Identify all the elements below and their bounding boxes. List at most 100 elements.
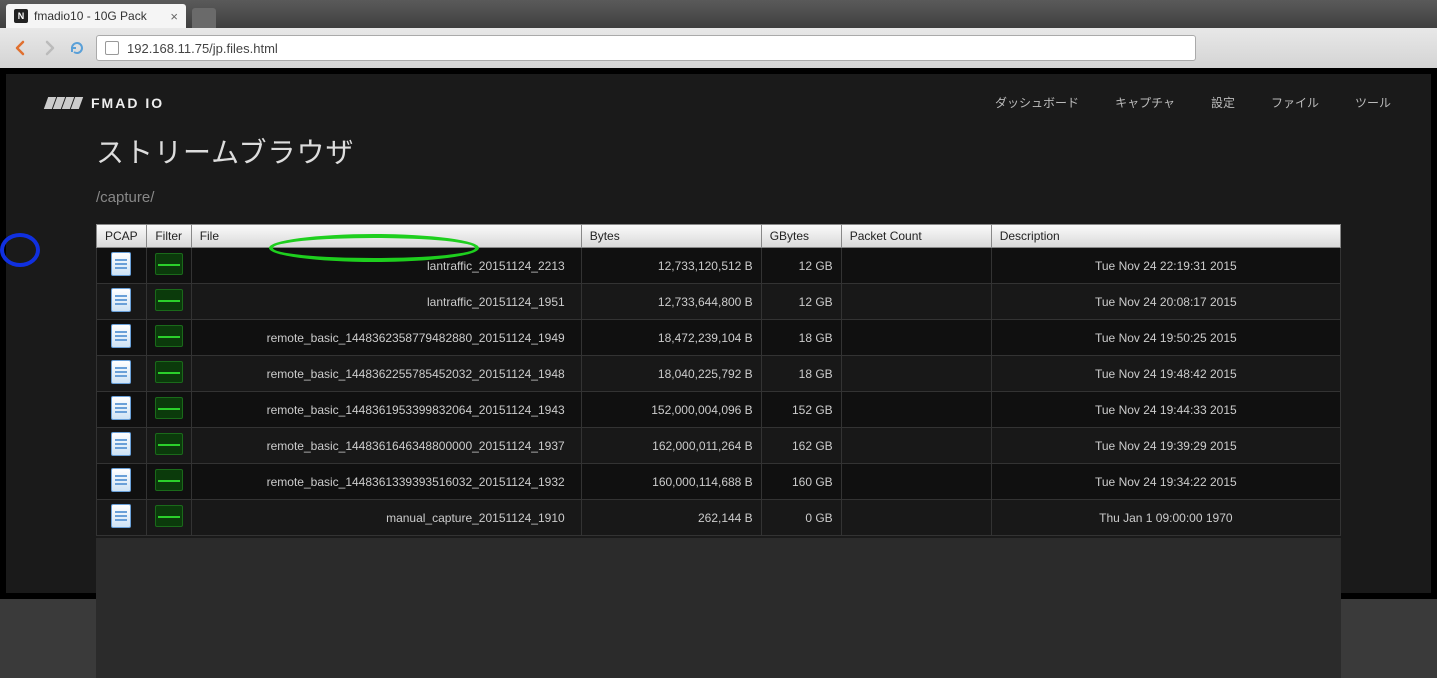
desc-cell: Tue Nov 24 20:08:17 2015 — [991, 284, 1340, 320]
back-button[interactable] — [12, 39, 30, 57]
filter-icon[interactable] — [155, 433, 183, 455]
packet-cell — [841, 320, 991, 356]
file-cell: remote_basic_1448361339393516032_2015112… — [191, 464, 581, 500]
url-bar[interactable]: 192.168.11.75/jp.files.html — [96, 35, 1196, 61]
filter-icon[interactable] — [155, 361, 183, 383]
file-cell: remote_basic_1448362358779482880_2015112… — [191, 320, 581, 356]
tab-favicon: N — [14, 9, 28, 23]
desc-cell: Tue Nov 24 19:39:29 2015 — [991, 428, 1340, 464]
gbytes-cell: 18 GB — [761, 320, 841, 356]
page-header: FMAD IO ダッシュボード キャプチャ 設定 ファイル ツール — [6, 74, 1431, 121]
desc-cell: Tue Nov 24 19:34:22 2015 — [991, 464, 1340, 500]
table-body: lantraffic_20151124_221312,733,120,512 B… — [97, 248, 1341, 536]
file-cell: remote_basic_1448361646348800000_2015112… — [191, 428, 581, 464]
filter-cell[interactable] — [146, 392, 191, 428]
tab-close-icon[interactable]: × — [170, 9, 178, 24]
table-row[interactable]: remote_basic_1448361646348800000_2015112… — [97, 428, 1341, 464]
pcap-icon[interactable] — [111, 360, 131, 384]
table-row[interactable]: manual_capture_20151124_1910262,144 B0 G… — [97, 500, 1341, 536]
filter-icon[interactable] — [155, 505, 183, 527]
filter-cell[interactable] — [146, 320, 191, 356]
nav-tools[interactable]: ツール — [1355, 94, 1391, 111]
pcap-cell[interactable] — [97, 320, 147, 356]
filter-cell[interactable] — [146, 464, 191, 500]
filter-cell[interactable] — [146, 284, 191, 320]
filter-cell[interactable] — [146, 500, 191, 536]
col-file: File — [191, 225, 581, 248]
gbytes-cell: 0 GB — [761, 500, 841, 536]
bytes-cell: 162,000,011,264 B — [581, 428, 761, 464]
packet-cell — [841, 248, 991, 284]
main-nav: ダッシュボード キャプチャ 設定 ファイル ツール — [995, 94, 1391, 111]
file-cell: remote_basic_1448362255785452032_2015112… — [191, 356, 581, 392]
bytes-cell: 262,144 B — [581, 500, 761, 536]
pcap-icon[interactable] — [111, 324, 131, 348]
packet-cell — [841, 392, 991, 428]
filter-icon[interactable] — [155, 325, 183, 347]
pcap-icon[interactable] — [111, 432, 131, 456]
tab-title: fmadio10 - 10G Pack — [34, 9, 164, 23]
table-row[interactable]: remote_basic_1448362255785452032_2015112… — [97, 356, 1341, 392]
filter-cell[interactable] — [146, 428, 191, 464]
pcap-cell[interactable] — [97, 392, 147, 428]
table-row[interactable]: lantraffic_20151124_195112,733,644,800 B… — [97, 284, 1341, 320]
nav-bar: 192.168.11.75/jp.files.html — [0, 28, 1437, 68]
nav-settings[interactable]: 設定 — [1211, 94, 1235, 111]
pcap-icon[interactable] — [111, 468, 131, 492]
desc-cell: Tue Nov 24 19:48:42 2015 — [991, 356, 1340, 392]
filter-icon[interactable] — [155, 289, 183, 311]
file-cell: remote_basic_1448361953399832064_2015112… — [191, 392, 581, 428]
col-desc: Description — [991, 225, 1340, 248]
bytes-cell: 18,040,225,792 B — [581, 356, 761, 392]
pcap-cell[interactable] — [97, 356, 147, 392]
file-table: PCAP Filter File Bytes GBytes Packet Cou… — [96, 224, 1341, 536]
table-row[interactable]: remote_basic_1448361953399832064_2015112… — [97, 392, 1341, 428]
table-row[interactable]: lantraffic_20151124_221312,733,120,512 B… — [97, 248, 1341, 284]
content: ストリームブラウザ /capture/ PCAP Filter File Byt… — [6, 121, 1431, 678]
col-filter: Filter — [146, 225, 191, 248]
nav-files[interactable]: ファイル — [1271, 94, 1319, 111]
filter-cell[interactable] — [146, 356, 191, 392]
bytes-cell: 18,472,239,104 B — [581, 320, 761, 356]
table-row[interactable]: remote_basic_1448362358779482880_2015112… — [97, 320, 1341, 356]
reload-button[interactable] — [68, 39, 86, 57]
pcap-cell[interactable] — [97, 464, 147, 500]
pcap-icon[interactable] — [111, 288, 131, 312]
url-text: 192.168.11.75/jp.files.html — [127, 41, 278, 56]
filter-icon[interactable] — [155, 397, 183, 419]
nav-dashboard[interactable]: ダッシュボード — [995, 94, 1079, 111]
desc-cell: Tue Nov 24 22:19:31 2015 — [991, 248, 1340, 284]
pcap-cell[interactable] — [97, 284, 147, 320]
new-tab-button[interactable] — [192, 8, 216, 28]
page-inner: FMAD IO ダッシュボード キャプチャ 設定 ファイル ツール ストリームブ… — [6, 74, 1431, 593]
logo[interactable]: FMAD IO — [46, 95, 164, 111]
page: FMAD IO ダッシュボード キャプチャ 設定 ファイル ツール ストリームブ… — [0, 68, 1437, 599]
filter-icon[interactable] — [155, 469, 183, 491]
browser-tab[interactable]: N fmadio10 - 10G Pack × — [6, 4, 186, 28]
pcap-cell[interactable] — [97, 500, 147, 536]
filter-cell[interactable] — [146, 248, 191, 284]
pcap-icon[interactable] — [111, 396, 131, 420]
filter-icon[interactable] — [155, 253, 183, 275]
pcap-cell[interactable] — [97, 248, 147, 284]
desc-cell: Tue Nov 24 19:44:33 2015 — [991, 392, 1340, 428]
pcap-icon[interactable] — [111, 504, 131, 528]
col-gbytes: GBytes — [761, 225, 841, 248]
packet-cell — [841, 428, 991, 464]
gbytes-cell: 18 GB — [761, 356, 841, 392]
packet-cell — [841, 284, 991, 320]
nav-capture[interactable]: キャプチャ — [1115, 94, 1175, 111]
pcap-icon[interactable] — [111, 252, 131, 276]
gbytes-cell: 160 GB — [761, 464, 841, 500]
pcap-cell[interactable] — [97, 428, 147, 464]
col-pcap: PCAP — [97, 225, 147, 248]
bytes-cell: 160,000,114,688 B — [581, 464, 761, 500]
logo-text: FMAD IO — [91, 95, 164, 111]
logo-icon — [46, 97, 81, 109]
file-cell: lantraffic_20151124_2213 — [191, 248, 581, 284]
bytes-cell: 152,000,004,096 B — [581, 392, 761, 428]
forward-button[interactable] — [40, 39, 58, 57]
table-row[interactable]: remote_basic_1448361339393516032_2015112… — [97, 464, 1341, 500]
gbytes-cell: 162 GB — [761, 428, 841, 464]
empty-area — [96, 538, 1341, 678]
